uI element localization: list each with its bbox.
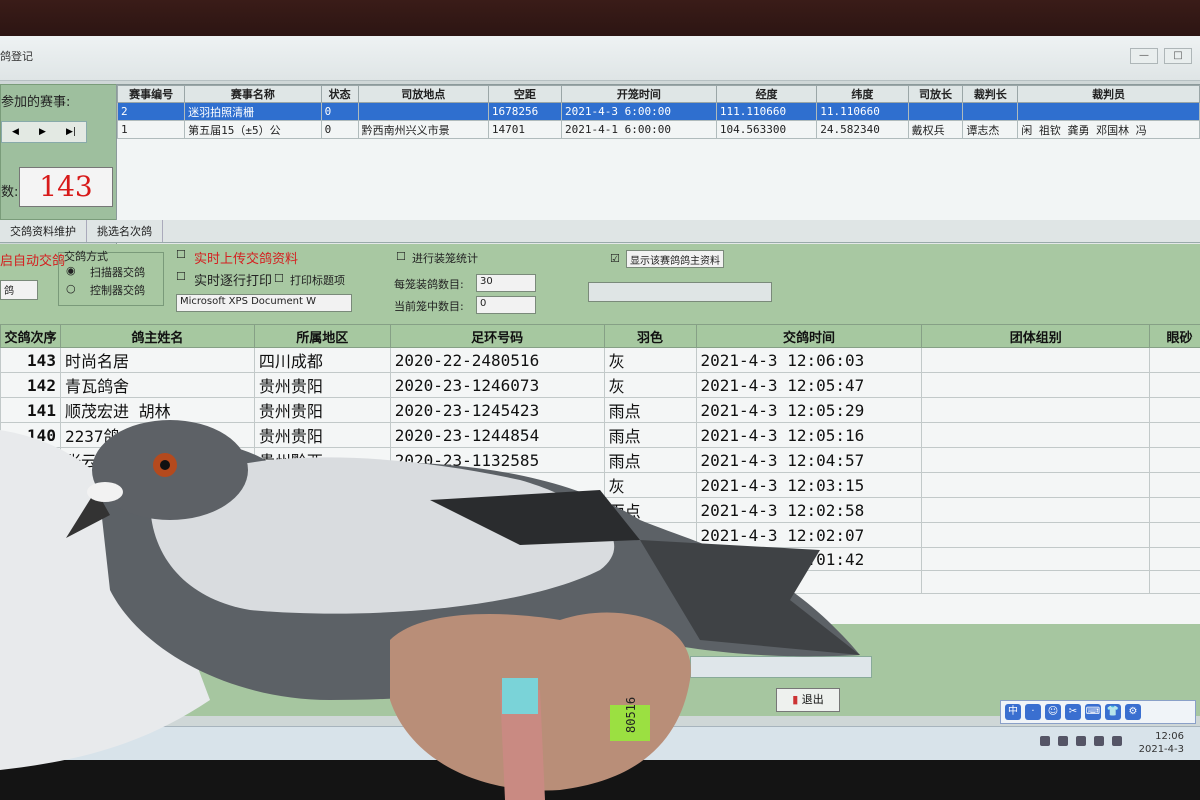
race-row[interactable]: 2 迷羽拍照清栅 0 1678256 2021-4-3 6:00:00 111.11066… (117, 102, 1200, 121)
tab-bar: 交鸽资料维护 挑选名次鸽 (0, 220, 1200, 243)
maximize-icon[interactable]: □ (1164, 48, 1192, 64)
race-cell: 闲 祖钦 龚勇 邓国林 冯 (1017, 120, 1200, 139)
race-row[interactable]: 1 第五届15（±5）公 0 黔西南州兴义市景 14701 2021-4-1 6:00:0… (117, 120, 1200, 139)
race-col-header[interactable]: 赛事编号 (117, 85, 186, 103)
auto-submit-field[interactable]: 鸽 (0, 280, 38, 300)
race-cell: 2 (117, 102, 186, 121)
auto-submit-label: 启自动交鸽 (0, 254, 66, 269)
race-cell: 2021-4-1 6:00:00 (560, 120, 717, 139)
race-cell: 黔西南州兴义市景 (357, 120, 489, 139)
pigeon-col-header[interactable]: 交鸽次序 (0, 324, 61, 348)
show-owner-checkbox[interactable]: ☑ (610, 252, 620, 265)
race-cell: 戴权兵 (907, 120, 964, 139)
per-cage-label: 每笼装鸽数目: (394, 278, 464, 291)
race-cell: 2021-4-3 6:00:00 (560, 102, 717, 121)
race-cell (1017, 102, 1200, 121)
race-cell: 111.110660 (715, 102, 818, 121)
race-cell: 24.582340 (816, 120, 909, 139)
print-title-checkbox[interactable]: ☐ (274, 272, 284, 285)
race-col-header[interactable]: 空距 (487, 85, 562, 103)
race-cell: 0 (320, 102, 359, 121)
window-titlebar: 鸽登记 — □ (0, 36, 1200, 81)
window-controls: — □ (1130, 48, 1192, 64)
race-cell: 第五届15（±5）公 (184, 120, 322, 139)
pigeon-count: 143 (19, 167, 113, 207)
printer-select[interactable]: Microsoft XPS Document W (176, 294, 352, 312)
race-cell: 104.563300 (715, 120, 818, 139)
race-col-header[interactable]: 裁判长 (962, 85, 1019, 103)
cage-stats-checkbox[interactable]: ☐ (396, 250, 406, 263)
pigeon-cell: 时尚名居 (59, 347, 255, 373)
realtime-upload-label: 实时上传交鸽资料 (194, 252, 299, 267)
count-label: 数: (1, 185, 19, 200)
pigeon-cell: 2020-22-2480516 (389, 347, 605, 373)
race-cell (962, 102, 1019, 121)
race-col-header[interactable]: 状态 (320, 85, 359, 103)
tab-select-ranked[interactable]: 挑选名次鸽 (87, 220, 163, 242)
radio-scanner-icon[interactable]: ◉ (66, 264, 76, 277)
pigeon-col-header[interactable]: 眼砂 (1149, 324, 1200, 348)
race-select-panel: 参加的赛事: ◀ ▶ ▶| 数: 143 (0, 84, 118, 220)
photo-scene: 鸽登记 — □ 参加的赛事: ◀ ▶ ▶| 数: 143 赛事编号 赛事名称 状态司… (0, 0, 1200, 800)
pigeon-pupil (160, 460, 170, 470)
race-col-header[interactable]: 纬度 (816, 85, 909, 103)
leg-band-blue (502, 678, 538, 714)
current-cage-label: 当前笼中数目: (394, 300, 464, 313)
tab-pigeon-data[interactable]: 交鸽资料维护 (0, 220, 87, 242)
minimize-icon[interactable]: — (1130, 48, 1158, 64)
race-cell: 0 (320, 120, 359, 139)
pigeon-cell: 143 (0, 347, 61, 373)
race-cell: 11.110660 (816, 102, 909, 121)
pigeon-col-header[interactable]: 足环号码 (389, 324, 605, 348)
next-icon[interactable]: ▶| (66, 127, 76, 137)
window-title: 鸽登记 (0, 50, 33, 63)
race-cell: 迷羽拍照清栅 (184, 102, 322, 121)
radio-controller-icon[interactable]: ○ (66, 282, 76, 295)
race-col-header[interactable]: 司放地点 (357, 85, 489, 103)
pigeon-cell: 灰 (603, 347, 697, 373)
realtime-upload-checkbox[interactable]: ☐ (176, 248, 186, 261)
pigeon-col-header[interactable]: 所属地区 (253, 324, 391, 348)
race-col-header[interactable]: 经度 (715, 85, 818, 103)
status-field (588, 282, 772, 302)
realtime-print-checkbox[interactable]: ☐ (176, 270, 186, 283)
nav-controls: ◀ ▶ ▶| (1, 121, 87, 143)
pigeon-cell (921, 347, 1151, 373)
radio-controller-label: 控制器交鸽 (90, 284, 145, 297)
realtime-print-label: 实时逐行打印 (194, 274, 273, 289)
per-cage-input[interactable]: 30 (476, 274, 536, 292)
race-cell: 1 (117, 120, 186, 139)
race-cell: 14701 (487, 120, 562, 139)
race-col-header[interactable]: 赛事名称 (184, 85, 322, 103)
pigeon-cell: 2021-4-3 12:06:03 (695, 347, 923, 373)
cage-stats-label: 进行装笼统计 (412, 252, 478, 265)
pigeon-in-hand: 80516 (0, 420, 860, 800)
pigeon-cere (87, 482, 123, 502)
pigeon-cell: 四川成都 (253, 347, 391, 373)
show-owner-label: 显示该赛鸽鸽主资料 (626, 250, 724, 268)
prev-icon[interactable]: ◀ (12, 127, 19, 137)
ring-number: 80516 (624, 697, 638, 733)
pigeon-cell (1149, 347, 1200, 373)
options-panel: 启自动交鸽 鸽 交鸽方式 ◉ 扫描器交鸽 ○ 控制器交鸽 ☐ 实时上传交鸽资料 … (0, 244, 1200, 324)
play-icon[interactable]: ▶ (39, 127, 46, 137)
pigeon-col-header[interactable]: 羽色 (603, 324, 697, 348)
pigeon-col-header[interactable]: 鸽主姓名 (59, 324, 255, 348)
race-col-header[interactable]: 裁判员 (1017, 85, 1200, 103)
current-cage-input[interactable]: 0 (476, 296, 536, 314)
pigeon-row[interactable]: 143 时尚名居 四川成都 2020-22-2480516 灰 2021-4-3 12:0… (0, 347, 1200, 373)
race-col-header[interactable]: 开笼时间 (560, 85, 717, 103)
pigeon-col-header[interactable]: 交鸽时间 (695, 324, 923, 348)
print-title-label: 打印标题项 (290, 274, 345, 287)
pigeon-col-header[interactable]: 团体组别 (921, 324, 1151, 348)
race-select-label: 参加的赛事: (1, 95, 71, 110)
race-cell: 1678256 (487, 102, 562, 121)
race-cell: 谭志杰 (962, 120, 1019, 139)
submit-mode-title: 交鸽方式 (64, 250, 108, 263)
race-col-header[interactable]: 司放长 (907, 85, 964, 103)
radio-scanner-label: 扫描器交鸽 (90, 266, 145, 279)
race-cell (357, 102, 489, 121)
race-cell (907, 102, 964, 121)
